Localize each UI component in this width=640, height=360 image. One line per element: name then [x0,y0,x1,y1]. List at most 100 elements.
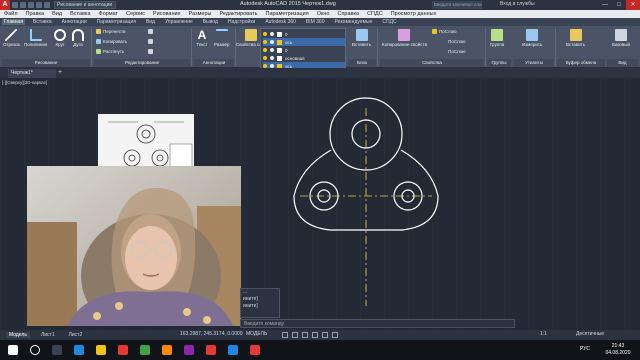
lineweight-dropdown[interactable]: ПоСлою [448,39,466,44]
menu-tools[interactable]: Сервис [126,11,145,17]
polar-toggle-icon[interactable] [312,332,318,338]
lightbulb-icon[interactable] [263,32,267,36]
layer-row[interactable]: ось [263,38,345,46]
menu-modify[interactable]: Редактировать [219,11,257,17]
color-swatch-icon[interactable] [277,31,282,37]
windows-start-icon[interactable] [8,345,18,355]
app-icon[interactable] [140,345,150,355]
save-icon[interactable] [28,2,34,8]
tab-bim360[interactable]: BIM 360 [304,19,327,25]
menu-insert[interactable]: Вставка [70,11,90,17]
sun-icon[interactable] [270,32,274,36]
sun-icon[interactable] [270,48,274,52]
maximize-button[interactable]: □ [612,0,626,10]
tab-model[interactable]: Модель [6,332,30,338]
tab-featured[interactable]: Рекомендуемые [333,19,375,25]
language-indicator[interactable]: РУС [580,346,590,352]
workspace-selector[interactable]: Рисование и аннотации [54,1,116,9]
tab-layout1[interactable]: Лист1 [38,332,58,338]
app-icon[interactable] [184,345,194,355]
tab-output[interactable]: Вывод [201,19,220,25]
copy-button[interactable]: Копировать [96,39,127,44]
otrack-toggle-icon[interactable] [332,332,338,338]
sun-icon[interactable] [270,40,274,44]
app-icon[interactable] [228,345,238,355]
menu-view[interactable]: Вид [52,11,62,17]
explorer-icon[interactable] [96,345,106,355]
lightbulb-icon[interactable] [263,48,267,52]
base-view-button[interactable]: Базовый [612,29,630,47]
undo-icon[interactable] [36,2,42,8]
stretch-button[interactable]: Растянуть [96,49,124,54]
new-file-icon[interactable] [12,2,18,8]
menu-spds[interactable]: СПДС [367,11,383,17]
tab-layout2[interactable]: Лист2 [66,332,86,338]
tab-home[interactable]: Главная [2,19,26,25]
line-button[interactable]: Отрезок [3,29,20,47]
minimize-button[interactable]: — [598,0,612,10]
utilities-panel-title[interactable]: Утилиты [514,59,554,67]
new-tab-button[interactable]: + [58,69,62,76]
sun-icon[interactable] [270,56,274,60]
app-icon[interactable] [206,345,216,355]
app-icon[interactable] [162,345,172,355]
menu-file[interactable]: Файл [4,11,18,17]
menu-edit[interactable]: Правка [26,11,45,17]
tab-a360[interactable]: Autodesk 360 [263,19,298,25]
command-input[interactable]: Введите команду [240,319,515,328]
tab-view[interactable]: Вид [144,19,157,25]
move-button[interactable]: Перенести [96,29,126,34]
menu-help[interactable]: Справка [337,11,359,17]
draw-panel-title[interactable]: Рисование [2,59,90,67]
layer-row[interactable]: 0 [263,46,345,54]
menu-window[interactable]: Окно [317,11,330,17]
search-icon[interactable] [30,345,40,355]
open-file-icon[interactable] [20,2,26,8]
tab-manage[interactable]: Управление [163,19,195,25]
menu-dimension[interactable]: Размеры [189,11,212,17]
task-view-icon[interactable] [52,345,62,355]
measure-button[interactable]: Измерить [522,29,542,47]
layer-row[interactable]: основная [263,54,345,62]
menu-parametric[interactable]: Параметризация [265,11,308,17]
ortho-toggle-icon[interactable] [302,332,308,338]
linetype-dropdown[interactable]: ПоСлою [448,49,466,54]
clock-time[interactable]: 21:43 [600,343,636,349]
snap-toggle-icon[interactable] [292,332,298,338]
rotate-button[interactable] [148,29,155,34]
annotation-scale[interactable]: 1:1 [540,331,547,337]
block-panel-title[interactable]: Блок [348,59,376,67]
layer-row[interactable]: 0 [263,30,345,38]
annotation-panel-title[interactable]: Аннотации [194,59,234,67]
menu-format[interactable]: Формат [99,11,119,17]
search-input[interactable]: Введите ключевое слово/фразу [432,1,482,9]
osnap-toggle-icon[interactable] [322,332,328,338]
color-swatch-icon[interactable] [277,55,282,61]
autocad-taskbar-icon[interactable] [118,345,128,355]
model-space-toggle[interactable]: МОДЕЛЬ [246,331,267,337]
tab-insert[interactable]: Вставка [31,19,54,25]
modify-panel-title[interactable]: Редактирование [94,59,190,67]
scale-button[interactable] [148,49,155,54]
lightbulb-icon[interactable] [263,40,267,44]
tab-spds[interactable]: СПДС [380,19,398,25]
document-tab[interactable]: Чертеж1* [8,69,56,78]
tab-addins[interactable]: Надстройки [226,19,257,25]
mirror-button[interactable] [148,39,155,44]
circle-button[interactable]: Круг [54,29,66,47]
autocad-logo-icon[interactable]: A [0,0,10,10]
menu-draw[interactable]: Рисование [153,11,181,17]
color-swatch-icon[interactable] [277,47,282,53]
redo-icon[interactable] [44,2,50,8]
clock-date[interactable]: 04.08.2020 [600,350,636,356]
tab-parametric[interactable]: Параметризация [95,19,138,25]
group-button[interactable]: Группа [490,29,504,47]
polyline-button[interactable]: Полилиния [24,29,47,47]
clipboard-panel-title[interactable]: Буфер обмена [557,59,605,67]
view-panel-title[interactable]: Вид [607,59,638,67]
close-button[interactable]: ✕ [626,0,640,10]
grid-toggle-icon[interactable] [282,332,288,338]
menu-data-view[interactable]: Просмотр данных [391,11,437,17]
color-swatch-icon[interactable] [277,39,282,45]
edge-icon[interactable] [74,345,84,355]
